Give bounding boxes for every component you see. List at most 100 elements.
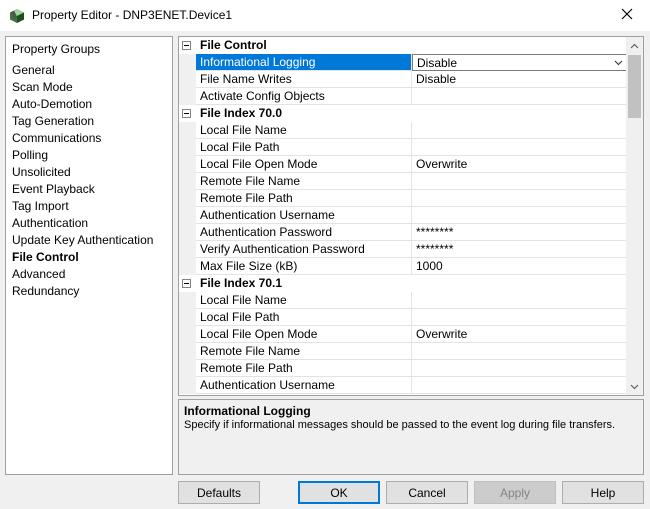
property-group-item[interactable]: Tag Import bbox=[12, 199, 153, 216]
grid-category-row[interactable]: File Index 70.0 bbox=[179, 105, 627, 122]
property-value-text: Disable bbox=[416, 72, 457, 86]
property-value[interactable]: Overwrite bbox=[412, 326, 627, 343]
row-gutter bbox=[179, 156, 196, 173]
property-value[interactable] bbox=[412, 360, 627, 377]
grid-property-row[interactable]: File Name Writes Disable bbox=[179, 71, 627, 88]
row-gutter bbox=[179, 122, 196, 139]
property-value-text: Overwrite bbox=[416, 157, 468, 171]
property-group-item[interactable]: Event Playback bbox=[12, 182, 153, 199]
property-value[interactable] bbox=[412, 173, 627, 190]
property-group-item[interactable]: General bbox=[12, 63, 153, 80]
property-editor-app-icon bbox=[9, 8, 25, 24]
apply-button[interactable]: Apply bbox=[474, 481, 556, 504]
property-group-item[interactable]: Redundancy bbox=[12, 284, 153, 301]
row-gutter bbox=[179, 71, 196, 88]
collapse-toggle-icon[interactable] bbox=[182, 279, 191, 288]
row-gutter bbox=[179, 360, 196, 377]
close-button[interactable] bbox=[604, 0, 650, 31]
property-group-item[interactable]: Update Key Authentication bbox=[12, 233, 153, 250]
grid-property-row[interactable]: Activate Config Objects bbox=[179, 88, 627, 105]
property-name[interactable]: Local File Name bbox=[196, 292, 412, 309]
property-value[interactable] bbox=[412, 190, 627, 207]
property-name[interactable]: Local File Path bbox=[196, 309, 412, 326]
cancel-button[interactable]: Cancel bbox=[386, 481, 468, 504]
grid-property-row[interactable]: Local File Path bbox=[179, 309, 627, 326]
grid-property-row[interactable]: Informational Logging Disable bbox=[179, 54, 627, 71]
property-value[interactable] bbox=[412, 139, 627, 156]
defaults-button[interactable]: Defaults bbox=[178, 481, 260, 504]
property-group-item[interactable]: Advanced bbox=[12, 267, 153, 284]
scroll-up-arrow[interactable] bbox=[626, 37, 643, 54]
grid-category-row[interactable]: File Index 70.1 bbox=[179, 275, 627, 292]
property-group-item[interactable]: Tag Generation bbox=[12, 114, 153, 131]
property-value[interactable] bbox=[412, 292, 627, 309]
property-value[interactable] bbox=[412, 377, 627, 394]
property-value[interactable]: Overwrite bbox=[412, 156, 627, 173]
property-value[interactable]: ******** bbox=[412, 241, 627, 258]
property-groups-panel: Property Groups General Scan Mode Auto-Dem… bbox=[5, 36, 173, 475]
property-group-item[interactable]: Communications bbox=[12, 131, 153, 148]
grid-property-row[interactable]: Authentication Password ******** bbox=[179, 224, 627, 241]
category-label: File Index 70.1 bbox=[200, 276, 283, 290]
property-name[interactable]: Authentication Username bbox=[196, 207, 412, 224]
scrollbar-thumb[interactable] bbox=[628, 55, 641, 118]
property-group-item[interactable]: File Control bbox=[12, 250, 153, 267]
grid-property-row[interactable]: Remote File Name bbox=[179, 173, 627, 190]
vertical-scrollbar[interactable] bbox=[626, 37, 643, 395]
grid-property-row[interactable]: Local File Name bbox=[179, 292, 627, 309]
property-name[interactable]: Authentication Password bbox=[196, 224, 412, 241]
property-value[interactable] bbox=[412, 309, 627, 326]
property-name[interactable]: Remote File Path bbox=[196, 360, 412, 377]
property-name[interactable]: Activate Config Objects bbox=[196, 88, 412, 105]
grid-property-row[interactable]: Authentication Username bbox=[179, 207, 627, 224]
row-gutter bbox=[179, 343, 196, 360]
property-group-item[interactable]: Authentication bbox=[12, 216, 153, 233]
property-name[interactable]: Authentication Username bbox=[196, 377, 412, 394]
chevron-down-icon[interactable] bbox=[610, 55, 625, 70]
row-gutter bbox=[179, 326, 196, 343]
property-value[interactable] bbox=[412, 88, 627, 105]
property-value[interactable]: ******** bbox=[412, 224, 627, 241]
grid-property-row[interactable]: Remote File Path bbox=[179, 360, 627, 377]
grid-property-row[interactable]: Authentication Username bbox=[179, 377, 627, 394]
property-value[interactable] bbox=[412, 207, 627, 224]
property-name[interactable]: Informational Logging bbox=[196, 54, 412, 71]
help-button[interactable]: Help bbox=[562, 481, 644, 504]
property-name[interactable]: Remote File Path bbox=[196, 190, 412, 207]
property-group-item[interactable]: Polling bbox=[12, 148, 153, 165]
grid-property-row[interactable]: Max File Size (kB) 1000 bbox=[179, 258, 627, 275]
row-gutter bbox=[179, 224, 196, 241]
grid-category-row[interactable]: File Control bbox=[179, 37, 627, 54]
property-name[interactable]: Local File Open Mode bbox=[196, 326, 412, 343]
collapse-toggle-icon[interactable] bbox=[182, 41, 191, 50]
ok-button[interactable]: OK bbox=[298, 481, 380, 504]
property-value[interactable]: Disable bbox=[412, 71, 627, 88]
scroll-down-arrow[interactable] bbox=[626, 378, 643, 395]
grid-property-row[interactable]: Local File Path bbox=[179, 139, 627, 156]
property-group-item[interactable]: Unsolicited bbox=[12, 165, 153, 182]
property-name[interactable]: Local File Path bbox=[196, 139, 412, 156]
property-value-text: 1000 bbox=[416, 259, 443, 273]
row-gutter bbox=[179, 88, 196, 105]
grid-property-row[interactable]: Local File Open Mode Overwrite bbox=[179, 156, 627, 173]
property-name[interactable]: File Name Writes bbox=[196, 71, 412, 88]
property-value[interactable] bbox=[412, 122, 627, 139]
property-name[interactable]: Local File Name bbox=[196, 122, 412, 139]
grid-property-row[interactable]: Local File Open Mode Overwrite bbox=[179, 326, 627, 343]
grid-property-row[interactable]: Local File Name bbox=[179, 122, 627, 139]
property-value[interactable]: Disable bbox=[412, 54, 627, 71]
grid-property-row[interactable]: Remote File Name bbox=[179, 343, 627, 360]
property-value[interactable] bbox=[412, 343, 627, 360]
grid-property-row[interactable]: Remote File Path bbox=[179, 190, 627, 207]
property-name[interactable]: Remote File Name bbox=[196, 173, 412, 190]
grid-property-row[interactable]: Verify Authentication Password ******** bbox=[179, 241, 627, 258]
title-bar: Property Editor - DNP3ENET.Device1 bbox=[0, 0, 650, 31]
collapse-toggle-icon[interactable] bbox=[182, 109, 191, 118]
property-value[interactable]: 1000 bbox=[412, 258, 627, 275]
property-group-item[interactable]: Auto-Demotion bbox=[12, 97, 153, 114]
property-name[interactable]: Max File Size (kB) bbox=[196, 258, 412, 275]
property-name[interactable]: Remote File Name bbox=[196, 343, 412, 360]
property-name[interactable]: Verify Authentication Password bbox=[196, 241, 412, 258]
property-group-item[interactable]: Scan Mode bbox=[12, 80, 153, 97]
property-name[interactable]: Local File Open Mode bbox=[196, 156, 412, 173]
